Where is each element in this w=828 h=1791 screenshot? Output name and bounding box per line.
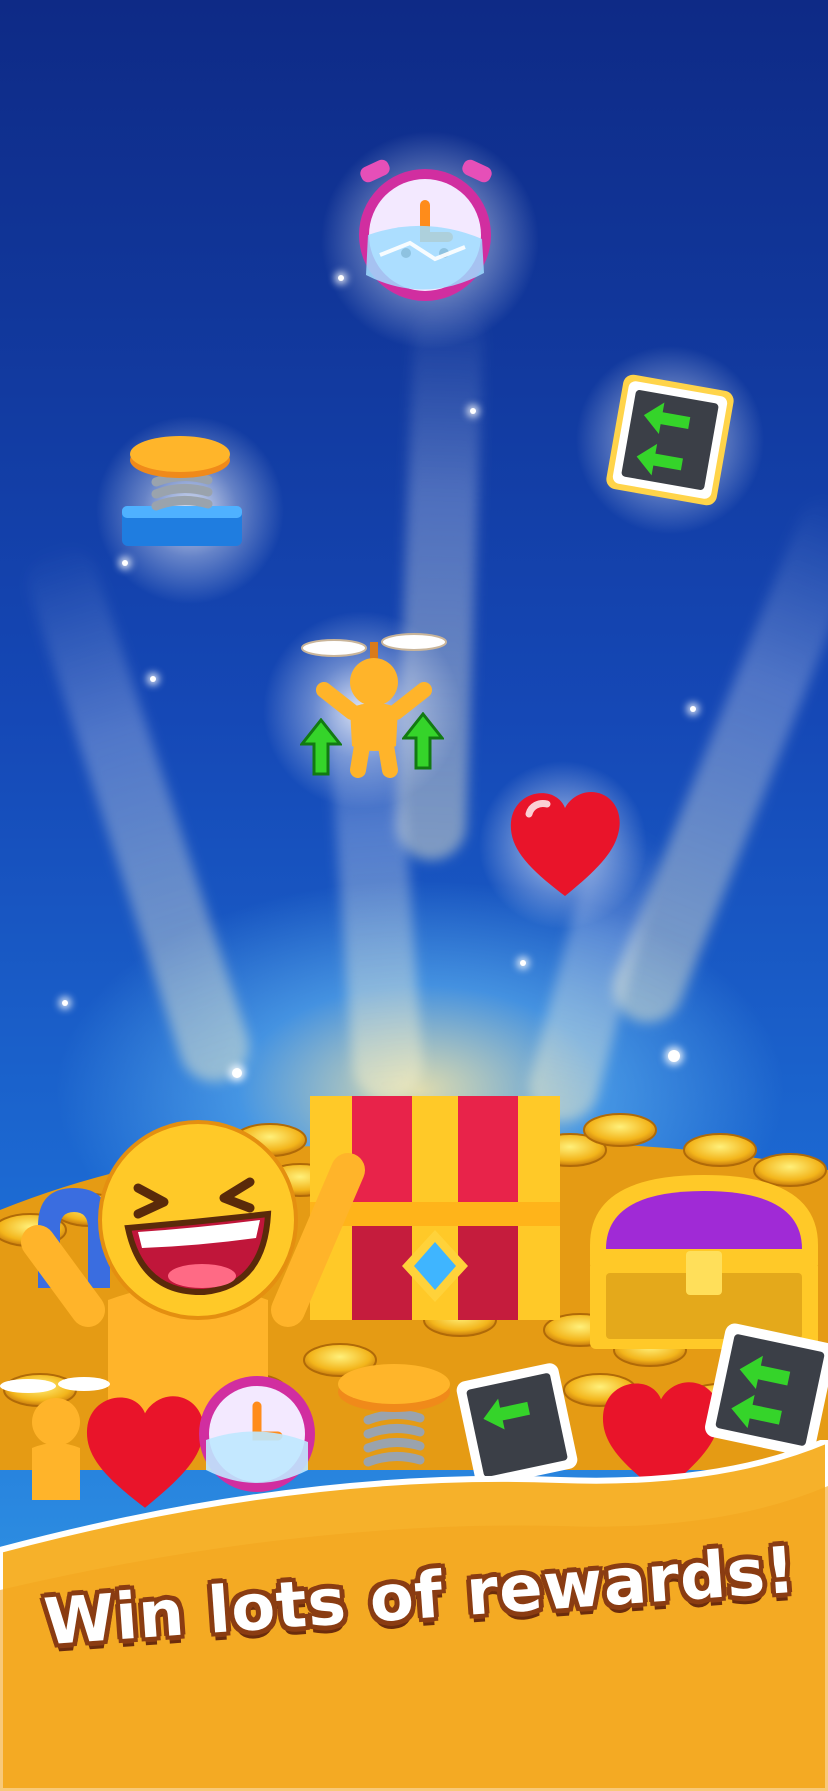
light-ray: [18, 536, 259, 1091]
sparkle: [520, 960, 526, 966]
double-left-arrow-card-icon: [705, 1323, 828, 1457]
sparkle: [150, 676, 156, 682]
sparkle: [232, 1068, 242, 1078]
up-arrow-icon: [402, 712, 444, 770]
sparkle: [668, 1050, 680, 1062]
red-heart-icon: [510, 792, 620, 896]
sparkle: [690, 706, 696, 712]
spring-pad-icon: [122, 436, 242, 546]
frozen-alarm-clock-icon: [359, 159, 492, 301]
sparkle: [62, 1000, 68, 1006]
sparkle: [470, 408, 476, 414]
game-promo-scene: Win lots of rewards!: [0, 0, 828, 1791]
double-left-arrow-card-icon: [606, 374, 734, 506]
up-arrow-icon: [300, 718, 342, 776]
